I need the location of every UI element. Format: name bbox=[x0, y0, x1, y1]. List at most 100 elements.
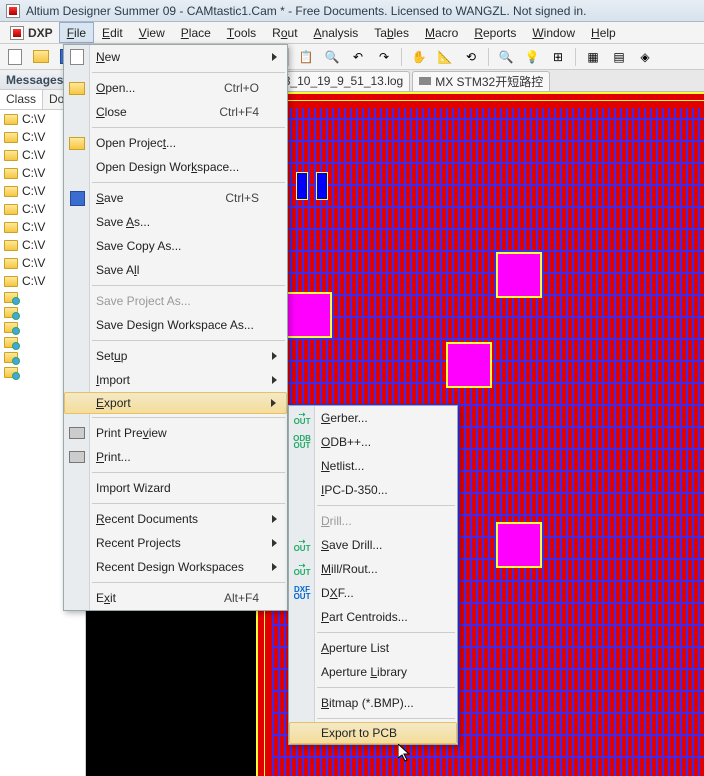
menu-save-copy[interactable]: Save Copy As... bbox=[64, 234, 287, 258]
menu-import[interactable]: Import bbox=[64, 368, 287, 392]
menubar: DXP FFileile Edit View Place Tools Rout … bbox=[0, 22, 704, 44]
menu-open-workspace[interactable]: Open Design Workspace... bbox=[64, 155, 287, 179]
export-submenu: ⇢OUTGerber... ODBOUTODB++... Netlist... … bbox=[288, 405, 458, 745]
print-icon bbox=[69, 449, 85, 465]
menu-macro[interactable]: Macro bbox=[417, 22, 466, 43]
export-drill: Drill... bbox=[289, 509, 457, 533]
export-aperture-library[interactable]: Aperture Library bbox=[289, 660, 457, 684]
dxf-out-icon: DXFOUT bbox=[294, 585, 310, 601]
folder-icon bbox=[4, 240, 18, 251]
new-file-icon bbox=[69, 49, 85, 65]
tab-class[interactable]: Class bbox=[0, 90, 43, 109]
menu-tools[interactable]: Tools bbox=[219, 22, 264, 43]
menu-save-project: Save Project As... bbox=[64, 289, 287, 313]
open-icon bbox=[69, 80, 85, 96]
dxp-menu[interactable]: DXP bbox=[4, 22, 59, 43]
folder-icon bbox=[4, 114, 18, 125]
tb-open[interactable] bbox=[30, 46, 52, 68]
menu-tables[interactable]: Tables bbox=[366, 22, 417, 43]
export-odb[interactable]: ODBOUTODB++... bbox=[289, 430, 457, 454]
pcb-icon bbox=[419, 77, 431, 85]
submenu-arrow-icon bbox=[272, 563, 277, 571]
export-to-pcb[interactable]: Export to PCB bbox=[289, 722, 457, 744]
folder-check-icon bbox=[4, 352, 18, 363]
folder-icon bbox=[4, 204, 18, 215]
menu-help[interactable]: Help bbox=[583, 22, 624, 43]
file-menu: New Open...Ctrl+O CloseCtrl+F4 Open Proj… bbox=[63, 44, 288, 611]
titlebar: Altium Designer Summer 09 - CAMtastic1.C… bbox=[0, 0, 704, 22]
menu-reports[interactable]: Reports bbox=[466, 22, 524, 43]
export-part-centroids[interactable]: Part Centroids... bbox=[289, 605, 457, 629]
tb-redo[interactable]: ↷ bbox=[373, 46, 395, 68]
save-icon bbox=[69, 190, 85, 206]
app-icon-small bbox=[10, 26, 24, 40]
submenu-arrow-icon bbox=[272, 352, 277, 360]
menu-print-preview[interactable]: Print Preview bbox=[64, 421, 287, 445]
mill-out-icon: ⇢OUT bbox=[294, 561, 310, 577]
menu-save-all[interactable]: Save All bbox=[64, 258, 287, 282]
submenu-arrow-icon bbox=[272, 539, 277, 547]
submenu-arrow-icon bbox=[272, 376, 277, 384]
folder-check-icon bbox=[4, 322, 18, 333]
tb-sync[interactable]: ⟲ bbox=[460, 46, 482, 68]
export-gerber[interactable]: ⇢OUTGerber... bbox=[289, 406, 457, 430]
tb-a3[interactable]: ◈ bbox=[634, 46, 656, 68]
menu-recent-workspaces[interactable]: Recent Design Workspaces bbox=[64, 555, 287, 579]
folder-check-icon bbox=[4, 292, 18, 303]
submenu-arrow-icon bbox=[271, 399, 276, 407]
tb-3[interactable]: 🔍 bbox=[321, 46, 343, 68]
menu-save-workspace[interactable]: Save Design Workspace As... bbox=[64, 313, 287, 337]
tb-hand[interactable]: ✋ bbox=[408, 46, 430, 68]
doc-tab-stm32[interactable]: MX STM32开短路控 bbox=[412, 71, 550, 91]
app-icon bbox=[6, 4, 20, 18]
tb-net[interactable]: ⊞ bbox=[547, 46, 569, 68]
menu-print[interactable]: Print... bbox=[64, 445, 287, 469]
odb-out-icon: ODBOUT bbox=[294, 434, 310, 450]
tb-new[interactable] bbox=[4, 46, 26, 68]
menu-export[interactable]: Export bbox=[64, 392, 287, 414]
menu-file[interactable]: FFileile bbox=[59, 22, 94, 43]
tb-undo[interactable]: ↶ bbox=[347, 46, 369, 68]
folder-icon bbox=[4, 186, 18, 197]
menu-recent-docs[interactable]: Recent Documents bbox=[64, 507, 287, 531]
tb-2[interactable]: 📋 bbox=[295, 46, 317, 68]
export-ipc[interactable]: IPC-D-350... bbox=[289, 478, 457, 502]
menu-open[interactable]: Open...Ctrl+O bbox=[64, 76, 287, 100]
menu-rout[interactable]: Rout bbox=[264, 22, 305, 43]
export-aperture-list[interactable]: Aperture List bbox=[289, 636, 457, 660]
menu-close[interactable]: CloseCtrl+F4 bbox=[64, 100, 287, 124]
folder-icon bbox=[4, 222, 18, 233]
menu-window[interactable]: Window bbox=[524, 22, 583, 43]
menu-place[interactable]: Place bbox=[173, 22, 219, 43]
menu-new[interactable]: New bbox=[64, 45, 287, 69]
export-save-drill[interactable]: ⇢OUTSave Drill... bbox=[289, 533, 457, 557]
menu-import-wizard[interactable]: Import Wizard bbox=[64, 476, 287, 500]
tb-zoom[interactable]: 🔍 bbox=[495, 46, 517, 68]
menu-save[interactable]: SaveCtrl+S bbox=[64, 186, 287, 210]
menu-save-as[interactable]: Save As... bbox=[64, 210, 287, 234]
tb-a1[interactable]: ▦ bbox=[582, 46, 604, 68]
folder-check-icon bbox=[4, 367, 18, 378]
folder-check-icon bbox=[4, 307, 18, 318]
tb-measure[interactable]: 📐 bbox=[434, 46, 456, 68]
tb-hl[interactable]: 💡 bbox=[521, 46, 543, 68]
menu-exit[interactable]: ExitAlt+F4 bbox=[64, 586, 287, 610]
print-preview-icon bbox=[69, 425, 85, 441]
export-netlist[interactable]: Netlist... bbox=[289, 454, 457, 478]
menu-recent-projects[interactable]: Recent Projects bbox=[64, 531, 287, 555]
menu-analysis[interactable]: Analysis bbox=[306, 22, 367, 43]
gerber-out-icon: ⇢OUT bbox=[294, 410, 310, 426]
folder-icon bbox=[4, 132, 18, 143]
tb-a2[interactable]: ▤ bbox=[608, 46, 630, 68]
export-mill-rout[interactable]: ⇢OUTMill/Rout... bbox=[289, 557, 457, 581]
folder-icon bbox=[4, 168, 18, 179]
export-dxf[interactable]: DXFOUTDXF... bbox=[289, 581, 457, 605]
menu-open-project[interactable]: Open Project... bbox=[64, 131, 287, 155]
menu-view[interactable]: View bbox=[131, 22, 173, 43]
export-bitmap[interactable]: Bitmap (*.BMP)... bbox=[289, 691, 457, 715]
drill-out-icon: ⇢OUT bbox=[294, 537, 310, 553]
menu-setup[interactable]: Setup bbox=[64, 344, 287, 368]
folder-check-icon bbox=[4, 337, 18, 348]
folder-icon bbox=[4, 276, 18, 287]
menu-edit[interactable]: Edit bbox=[94, 22, 131, 43]
